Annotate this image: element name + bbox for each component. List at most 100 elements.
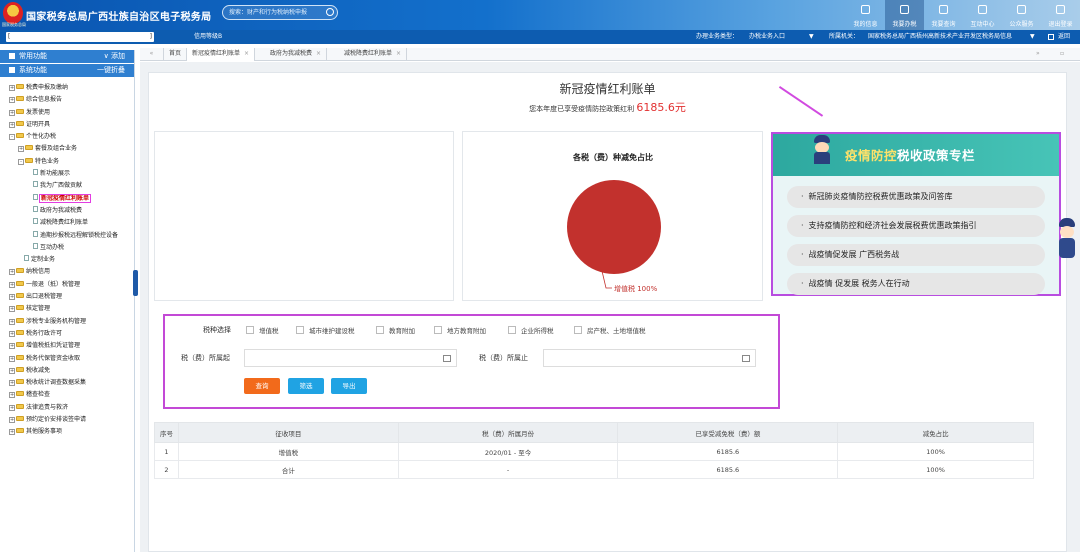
search-input[interactable]: 搜索：财产和行为税纳税申报	[222, 5, 338, 20]
collapse-icon[interactable]: -	[9, 134, 15, 141]
taxpayer-field[interactable]: [ ]	[6, 32, 154, 42]
return-link[interactable]: 返回	[1058, 30, 1070, 44]
tabs-scroll-right[interactable]: »	[1036, 48, 1040, 60]
policy-link-3[interactable]: 战疫情促发展 广西税务战	[787, 244, 1045, 266]
folder-icon	[16, 391, 24, 397]
nav-interaction[interactable]: 互动中心	[963, 0, 1002, 30]
sidebar-item[interactable]: + 核定管理	[0, 303, 134, 315]
tabs-scroll-left[interactable]: «	[140, 48, 164, 61]
sidebar-item[interactable]: + 法律追责与救济	[0, 402, 134, 414]
sidebar-item[interactable]: 互动办税	[0, 242, 134, 254]
sidebar-item[interactable]: + 税费申报及缴纳	[0, 82, 134, 94]
expand-icon[interactable]: +	[9, 294, 15, 301]
expand-icon[interactable]: +	[9, 318, 15, 325]
page-subtitle: 您本年度已享受疫情防控政策红利 6185.6元	[529, 101, 686, 114]
close-icon[interactable]: ×	[316, 50, 321, 57]
end-period-input[interactable]	[543, 349, 756, 367]
search-icon[interactable]	[326, 8, 334, 16]
sidebar-item[interactable]: + 税收减免	[0, 365, 134, 377]
tab-home[interactable]: 首页	[164, 48, 188, 61]
add-favorite-button[interactable]: ∨ 添加	[104, 50, 125, 63]
return-icon[interactable]	[1048, 34, 1054, 40]
sidebar-item[interactable]: + 涉税专业服务机构管理	[0, 316, 134, 328]
close-icon[interactable]: ×	[396, 50, 401, 57]
sidebar-item[interactable]: + 增值税抵扣凭证管理	[0, 340, 134, 352]
expand-icon[interactable]: +	[9, 281, 15, 288]
filter-button[interactable]: 筛选	[288, 378, 324, 394]
sidebar-item[interactable]: + 其他服务事项	[0, 426, 134, 438]
expand-icon[interactable]: +	[9, 306, 15, 313]
sidebar-item[interactable]: + 税务代保管资金收取	[0, 353, 134, 365]
tax-type-checkbox-local-education[interactable]: 地方教育附加	[434, 325, 486, 335]
policy-link-4[interactable]: 战疫情 促发展 税务人在行动	[787, 273, 1045, 295]
sidebar-item[interactable]: 减税降费红利账单	[0, 217, 134, 229]
sidebar-item[interactable]: 逾期抄报税远程解锁税控设备	[0, 230, 134, 242]
sidebar-item[interactable]: + 出口退税管理	[0, 291, 134, 303]
agency-select[interactable]: 国家税务总局广西梧州高新技术产业开发区税务局信息	[868, 30, 1030, 44]
collapse-all-button[interactable]: 一键折叠	[97, 64, 125, 77]
sidebar-collapse-handle[interactable]	[133, 270, 138, 296]
query-button[interactable]: 查询	[244, 378, 280, 394]
collapse-icon[interactable]: -	[18, 158, 24, 165]
start-period-input[interactable]	[244, 349, 457, 367]
sidebar-item[interactable]: + 一般退（抵）税管理	[0, 279, 134, 291]
pie-slice[interactable]	[567, 180, 661, 274]
expand-icon[interactable]: +	[9, 367, 15, 374]
expand-icon[interactable]: +	[9, 269, 15, 276]
sidebar-item[interactable]: + 纳税信用	[0, 266, 134, 278]
tax-type-checkbox-property[interactable]: 房产税、土地增值税	[574, 325, 646, 335]
tab-epidemic-bill[interactable]: 新冠疫情红利账单 ×	[187, 48, 256, 61]
tab-gov-tax-cut[interactable]: 政府为我减税费 ×	[265, 48, 328, 61]
expand-icon[interactable]: +	[9, 417, 15, 424]
policy-link-2[interactable]: 支持疫情防控和经济社会发展税费优惠政策指引	[787, 215, 1045, 237]
sidebar-item[interactable]: - 个性化办税	[0, 131, 134, 143]
sidebar-item[interactable]: - 特色业务	[0, 156, 134, 168]
sidebar-item[interactable]: + 预约定价安排谈签申请	[0, 414, 134, 426]
sidebar-item[interactable]: + 证明开具	[0, 119, 134, 131]
sidebar-item[interactable]: 我为广西做贡献	[0, 180, 134, 192]
tax-type-checkbox-corporate[interactable]: 企业所得税	[508, 325, 554, 335]
sidebar-item[interactable]: 新功能展示	[0, 168, 134, 180]
expand-icon[interactable]: +	[9, 330, 15, 337]
tab-tax-reduction-bill[interactable]: 减税降费红利账单 ×	[339, 48, 408, 61]
tax-type-checkbox-urban[interactable]: 城市维护建设税	[296, 325, 355, 335]
expand-icon[interactable]: +	[9, 343, 15, 350]
expand-icon[interactable]: +	[9, 97, 15, 104]
common-functions-header[interactable]: 常用功能 ∨ 添加	[0, 50, 134, 63]
tax-type-checkbox-education[interactable]: 教育附加	[376, 325, 415, 335]
nav-query[interactable]: 我要查询	[924, 0, 963, 30]
sidebar-item[interactable]: 定制业务	[0, 254, 134, 266]
expand-icon[interactable]: +	[9, 109, 15, 116]
sidebar-item[interactable]: + 综合信息报告	[0, 94, 134, 106]
floating-assistant-icon[interactable]	[1057, 218, 1077, 266]
chevron-down-icon[interactable]: ▼	[809, 30, 814, 44]
sidebar-item[interactable]: + 税收统计调查数据采集	[0, 377, 134, 389]
business-type-select[interactable]: 办税业务入口	[749, 30, 785, 44]
expand-icon[interactable]: +	[18, 146, 24, 153]
nav-public-service[interactable]: 公众服务	[1002, 0, 1041, 30]
nav-do-tax[interactable]: 我要办税	[885, 0, 924, 30]
nav-my-info[interactable]: 我的信息	[846, 0, 885, 30]
sidebar-item[interactable]: + 发票使用	[0, 107, 134, 119]
expand-icon[interactable]: +	[9, 429, 15, 436]
tab-menu-icon[interactable]: ▫	[1060, 48, 1064, 60]
sidebar-item[interactable]: 新冠疫情红利账单	[0, 193, 134, 205]
expand-icon[interactable]: +	[9, 392, 15, 399]
expand-icon[interactable]: +	[9, 121, 15, 128]
tax-type-checkbox-vat[interactable]: 增值税	[246, 325, 279, 335]
sidebar-item[interactable]: 政府为我减税费	[0, 205, 134, 217]
close-icon[interactable]: ×	[244, 50, 249, 57]
sidebar-item[interactable]: + 稽查检查	[0, 389, 134, 401]
export-button[interactable]: 导出	[331, 378, 367, 394]
policy-link-1[interactable]: 新冠肺炎疫情防控税费优惠政策及问答库	[787, 186, 1045, 208]
chevron-down-icon[interactable]: ▼	[1030, 30, 1035, 44]
calendar-icon[interactable]	[443, 355, 451, 362]
expand-icon[interactable]: +	[9, 404, 15, 411]
sidebar-item[interactable]: + 税务行政许可	[0, 328, 134, 340]
calendar-icon[interactable]	[742, 355, 750, 362]
expand-icon[interactable]: +	[9, 355, 15, 362]
expand-icon[interactable]: +	[9, 380, 15, 387]
sidebar-item[interactable]: + 套餐及组合业务	[0, 143, 134, 155]
expand-icon[interactable]: +	[9, 85, 15, 91]
nav-logout[interactable]: 退出登录	[1041, 0, 1080, 30]
